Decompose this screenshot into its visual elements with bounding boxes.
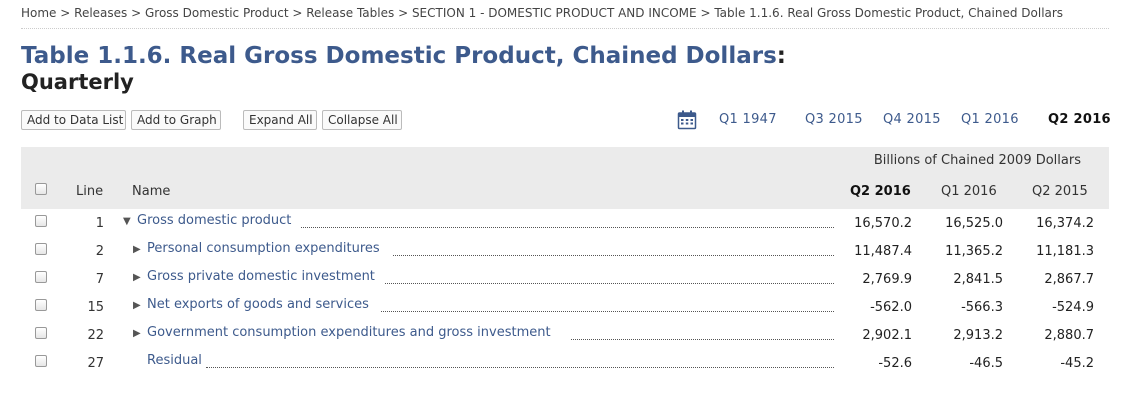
quarter-link-q1-2016[interactable]: Q1 2016 [961,112,1019,127]
calendar-icon[interactable] [677,110,697,130]
breadcrumb-divider [21,28,1109,29]
breadcrumb-home[interactable]: Home [21,6,56,20]
add-to-data-list-button[interactable]: Add to Data List [21,110,126,130]
expand-triangle-icon[interactable]: ▶ [133,328,141,339]
row-value-q2-2015: -524.9 [1052,300,1094,315]
table-row: 1 ▼ Gross domestic product 16,570.2 16,5… [21,209,1109,237]
row-value-q2-2015: -45.2 [1060,356,1094,371]
breadcrumb: Home > Releases > Gross Domestic Product… [21,6,1063,20]
row-leader [393,255,834,256]
quarter-link-q4-2015[interactable]: Q4 2015 [883,112,941,127]
breadcrumb-separator: > [131,6,145,20]
expand-triangle-icon[interactable]: ▶ [133,244,141,255]
collapse-triangle-icon[interactable]: ▼ [123,216,131,227]
breadcrumb-current: Table 1.1.6. Real Gross Domestic Product… [714,6,1064,20]
row-line-number: 1 [95,216,104,231]
row-checkbox[interactable] [35,327,47,339]
breadcrumb-separator: > [60,6,75,20]
row-leader [571,339,834,340]
row-value-q2-2016: 11,487.4 [854,244,912,259]
row-value-q2-2016: -52.6 [878,356,912,371]
table-row: 7 ▶ Gross private domestic investment 2,… [21,265,1109,293]
breadcrumb-release-tables[interactable]: Release Tables [306,6,394,20]
header-line: Line [76,184,104,199]
table-row: 22 ▶ Government consumption expenditures… [21,321,1109,349]
row-value-q2-2015: 16,374.2 [1036,216,1094,231]
row-value-q2-2015: 2,880.7 [1044,328,1094,343]
row-value-q2-2015: 11,181.3 [1036,244,1094,259]
expand-all-button[interactable]: Expand All [243,110,317,130]
quarter-link-q2-2016-active[interactable]: Q2 2016 [1048,112,1111,127]
row-name[interactable]: Residual [147,353,202,368]
header-name: Name [132,184,171,199]
page-title-text: Table 1.1.6. Real Gross Domestic Product… [21,43,777,69]
row-checkbox[interactable] [35,215,47,227]
breadcrumb-separator: > [398,6,412,20]
row-leader [381,311,834,312]
page-title: Table 1.1.6. Real Gross Domestic Product… [21,43,786,69]
collapse-all-button[interactable]: Collapse All [322,110,402,130]
row-value-q2-2016: -562.0 [870,300,912,315]
table-header: Billions of Chained 2009 Dollars Line Na… [21,147,1109,209]
row-name[interactable]: Government consumption expenditures and … [147,325,551,340]
row-line-number: 22 [87,328,104,343]
expand-triangle-icon[interactable]: ▶ [133,272,141,283]
row-leader [301,227,834,228]
breadcrumb-separator: > [292,6,307,20]
row-leader [385,283,834,284]
row-value-q2-2015: 2,867.7 [1044,272,1094,287]
row-value-q2-2016: 2,902.1 [862,328,912,343]
header-col-q1-2016[interactable]: Q1 2016 [941,184,997,199]
row-line-number: 15 [87,300,104,315]
row-value-q1-2016: -46.5 [969,356,1003,371]
row-value-q1-2016: 2,913.2 [953,328,1003,343]
table-row: 27 Residual -52.6 -46.5 -45.2 [21,349,1109,377]
add-to-graph-button[interactable]: Add to Graph [131,110,221,130]
row-leader [206,367,834,368]
row-checkbox[interactable] [35,271,47,283]
table-row: 15 ▶ Net exports of goods and services -… [21,293,1109,321]
table-row: 2 ▶ Personal consumption expenditures 11… [21,237,1109,265]
row-line-number: 2 [95,244,104,259]
header-col-q2-2016[interactable]: Q2 2016 [850,184,911,199]
row-value-q2-2016: 16,570.2 [854,216,912,231]
row-value-q1-2016: 11,365.2 [945,244,1003,259]
row-name[interactable]: Personal consumption expenditures [147,241,380,256]
row-checkbox[interactable] [35,243,47,255]
row-checkbox[interactable] [35,355,47,367]
page-subtitle: Quarterly [21,70,134,94]
expand-triangle-icon[interactable]: ▶ [133,300,141,311]
row-checkbox[interactable] [35,299,47,311]
row-value-q1-2016: -566.3 [961,300,1003,315]
row-name[interactable]: Gross private domestic investment [147,269,375,284]
row-line-number: 27 [87,356,104,371]
row-value-q1-2016: 2,841.5 [953,272,1003,287]
header-col-q2-2015[interactable]: Q2 2015 [1032,184,1088,199]
breadcrumb-separator: > [700,6,715,20]
row-name[interactable]: Gross domestic product [137,213,291,228]
breadcrumb-gdp[interactable]: Gross Domestic Product [145,6,289,20]
quarter-link-q3-2015[interactable]: Q3 2015 [805,112,863,127]
row-value-q2-2016: 2,769.9 [862,272,912,287]
breadcrumb-releases[interactable]: Releases [74,6,127,20]
row-line-number: 7 [95,272,104,287]
breadcrumb-section-1[interactable]: SECTION 1 - DOMESTIC PRODUCT AND INCOME [412,6,697,20]
page-title-colon: : [776,43,786,69]
row-name[interactable]: Net exports of goods and services [147,297,369,312]
quarter-link-q1-1947[interactable]: Q1 1947 [719,112,777,127]
select-all-checkbox[interactable] [35,183,47,195]
row-value-q1-2016: 16,525.0 [945,216,1003,231]
table-units: Billions of Chained 2009 Dollars [873,153,1081,168]
